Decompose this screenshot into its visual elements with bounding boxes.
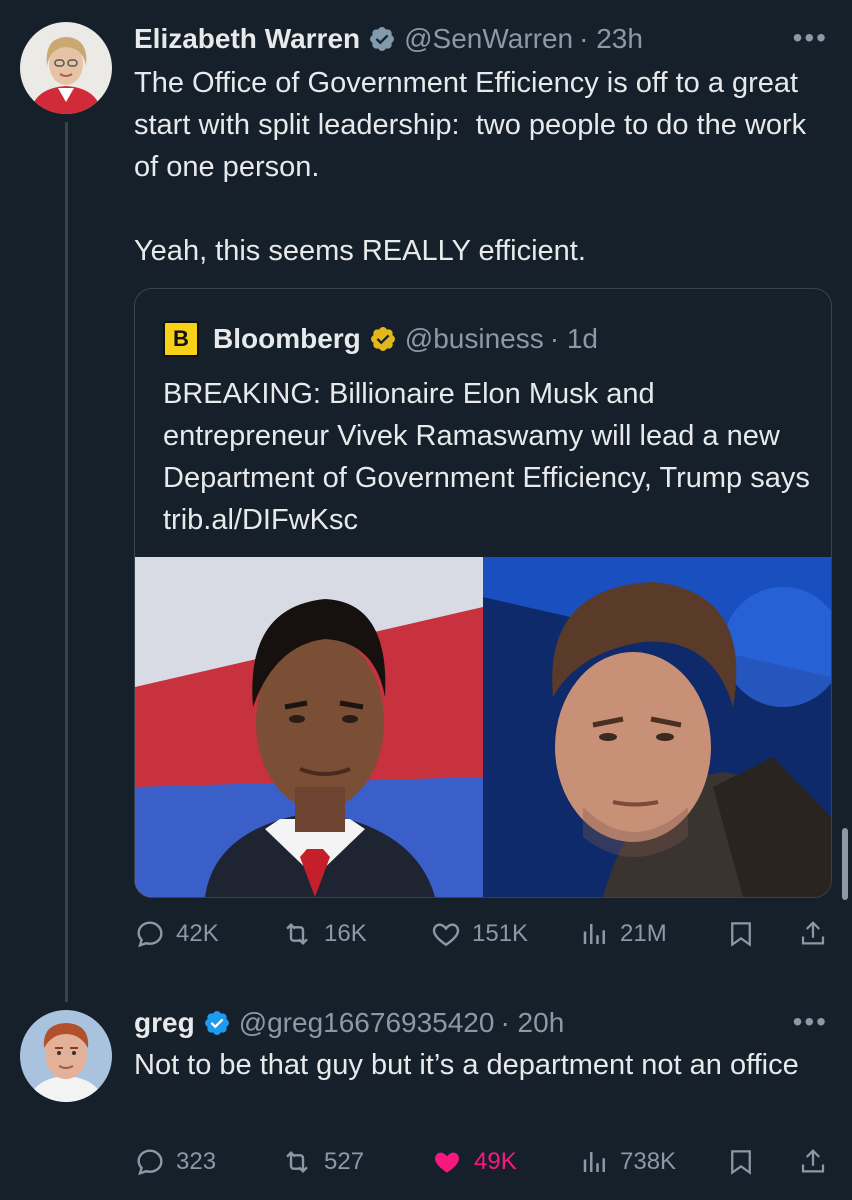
quoted-handle[interactable]: @business: [405, 323, 544, 355]
photo-ramaswamy[interactable]: [135, 557, 483, 897]
views-button[interactable]: 738K: [580, 1146, 676, 1178]
avatar[interactable]: [20, 22, 112, 114]
verified-badge-icon: [204, 1011, 229, 1035]
reply-count: 42K: [176, 920, 219, 947]
like-button[interactable]: 151K: [430, 918, 528, 950]
like-button[interactable]: 49K: [430, 1146, 517, 1178]
retweet-count: 527: [324, 1148, 365, 1175]
bloomberg-avatar[interactable]: B: [163, 321, 199, 357]
tweet-text: The Office of Government Efficiency is o…: [134, 67, 807, 267]
quoted-display-name[interactable]: Bloomberg: [213, 323, 361, 355]
share-button[interactable]: [798, 1146, 838, 1178]
quoted-tweet-card[interactable]: B Bloomberg @business · 1d BREAKING: Bil…: [134, 288, 832, 898]
share-button[interactable]: [798, 918, 838, 950]
bookmark-icon: [731, 922, 751, 947]
retweet-icon: [286, 922, 308, 946]
display-name[interactable]: Elizabeth Warren: [134, 22, 360, 56]
views-count: 738K: [620, 1148, 677, 1175]
retweet-button[interactable]: 16K: [280, 918, 367, 950]
views-icon: [583, 1152, 605, 1172]
bookmark-button[interactable]: [726, 917, 766, 951]
heart-icon: [432, 923, 460, 947]
retweet-icon: [286, 1150, 308, 1174]
like-count: 151K: [472, 920, 529, 947]
heart-filled-icon: [435, 1152, 459, 1173]
quoted-tweet-text: BREAKING: Billionaire Elon Musk and entr…: [163, 378, 810, 536]
avatar[interactable]: [20, 1010, 112, 1102]
timestamp[interactable]: · 23h: [579, 22, 643, 56]
photo-musk[interactable]: [483, 557, 831, 897]
share-icon: [801, 1149, 825, 1173]
action-bar: 323 527 49K 738K: [134, 1142, 834, 1182]
handle[interactable]: @greg16676935420: [239, 1006, 495, 1040]
reply-icon: [137, 921, 163, 948]
bookmark-icon: [731, 1150, 751, 1175]
quoted-timestamp[interactable]: · 1d: [550, 323, 598, 355]
views-button[interactable]: 21M: [580, 918, 667, 950]
bookmark-button[interactable]: [726, 1145, 766, 1179]
retweet-count: 16K: [324, 920, 367, 947]
tweet-text: Not to be that guy but it’s a department…: [134, 1049, 799, 1081]
display-name[interactable]: greg: [134, 1006, 195, 1040]
reply-icon: [137, 1149, 163, 1176]
reply-button[interactable]: 323: [134, 1146, 216, 1178]
share-icon: [801, 921, 825, 945]
quoted-media[interactable]: [135, 557, 831, 897]
reply-button[interactable]: 42K: [134, 918, 219, 950]
like-count: 49K: [474, 1148, 517, 1175]
scrollbar[interactable]: [842, 828, 848, 900]
handle[interactable]: @SenWarren: [404, 22, 573, 56]
verified-badge-icon: [370, 27, 395, 51]
views-count: 21M: [620, 920, 667, 947]
thread-line: [65, 122, 68, 1002]
retweet-button[interactable]: 527: [280, 1146, 364, 1178]
reply-count: 323: [176, 1148, 217, 1175]
views-icon: [583, 924, 605, 944]
more-options-icon[interactable]: •••: [793, 1006, 828, 1038]
action-bar: 42K 16K 151K 21M: [134, 914, 834, 954]
more-options-icon[interactable]: •••: [793, 22, 828, 54]
timestamp[interactable]: · 20h: [500, 1006, 564, 1040]
verified-gold-badge-icon: [370, 327, 395, 351]
